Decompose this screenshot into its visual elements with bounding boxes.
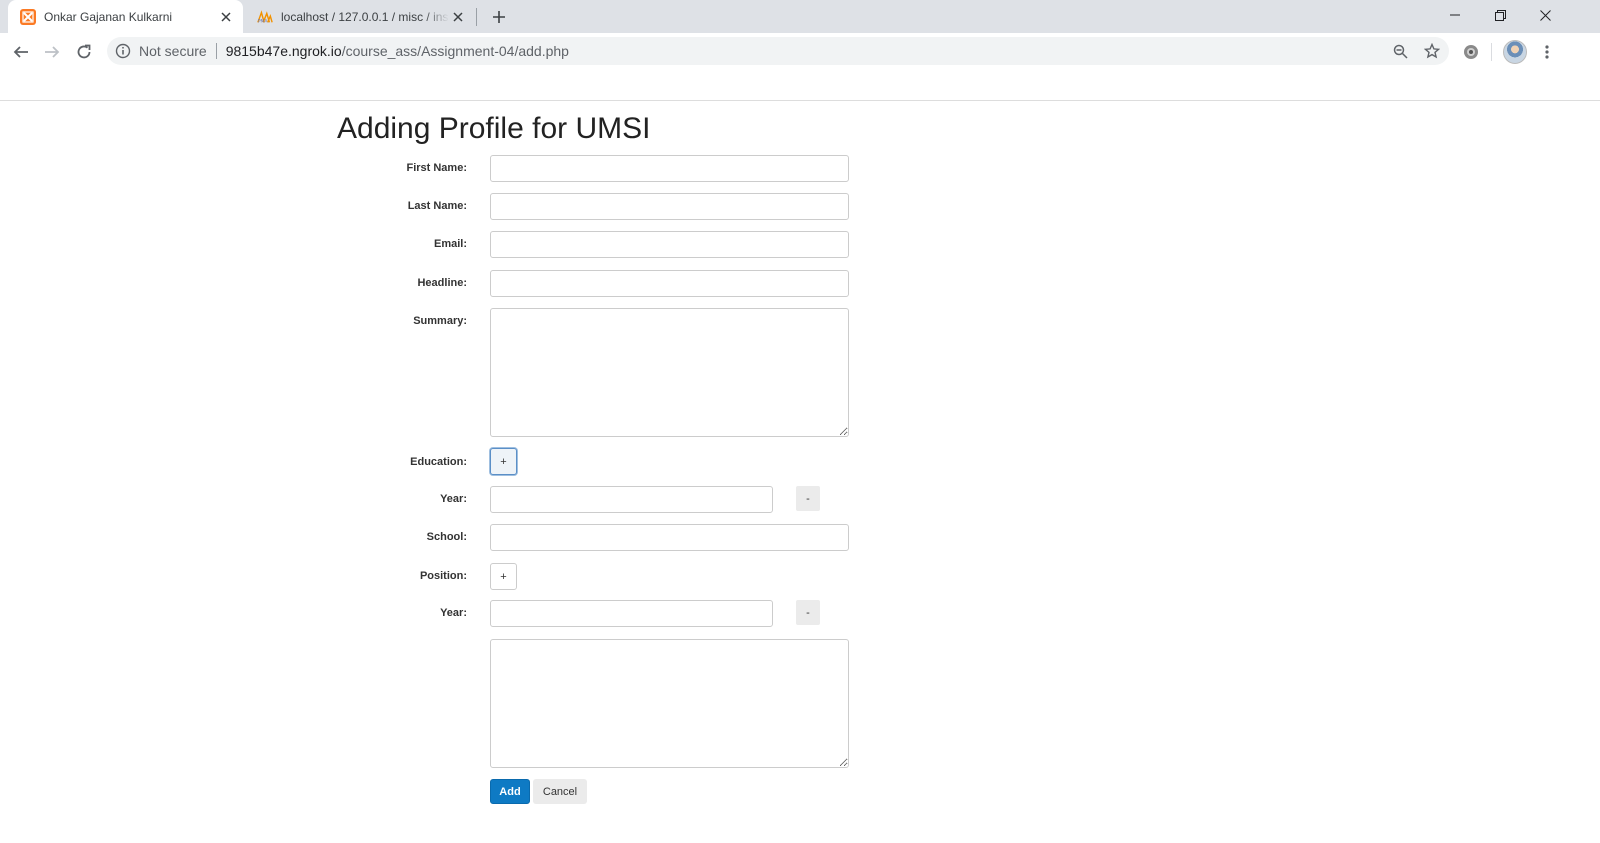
forward-arrow-icon[interactable] <box>38 38 66 66</box>
back-arrow-icon[interactable] <box>7 38 35 66</box>
avatar[interactable] <box>1503 40 1527 64</box>
add-position-button[interactable]: + <box>490 563 517 590</box>
last-name-field[interactable] <box>490 193 849 220</box>
education-year-field[interactable] <box>490 486 773 513</box>
last-name-label: Last Name: <box>407 200 467 212</box>
tab-title: Onkar Gajanan Kulkarni <box>44 9 173 24</box>
toolbar-separator <box>1491 43 1492 61</box>
reload-icon[interactable] <box>70 38 98 66</box>
summary-label: Summary: <box>413 315 467 327</box>
new-tab-icon[interactable] <box>487 5 511 29</box>
headline-label: Headline: <box>417 277 467 289</box>
tab-active[interactable]: Onkar Gajanan Kulkarni <box>8 0 243 33</box>
position-label: Position: <box>419 570 467 582</box>
first-name-label: First Name: <box>406 162 467 174</box>
position-description-textarea[interactable] <box>490 639 849 768</box>
email-label: Email: <box>433 238 467 250</box>
info-icon[interactable] <box>115 43 131 59</box>
browser-toolbar: Not secure 9815b47e.ngrok.io/course_ass/… <box>0 33 1600 70</box>
minimize-icon[interactable] <box>1432 0 1478 30</box>
school-label: School: <box>426 531 467 543</box>
menu-icon[interactable] <box>1533 38 1561 66</box>
phpmyadmin-icon: PMA <box>257 9 273 25</box>
extension-icon[interactable] <box>1457 38 1485 66</box>
page-title: Adding Profile for UMSI <box>337 112 651 145</box>
cancel-button[interactable]: Cancel <box>533 779 587 804</box>
xampp-icon <box>20 8 36 25</box>
tab-inactive[interactable]: PMA localhost / 127.0.0.1 / misc / insti <box>245 0 475 33</box>
restore-icon[interactable] <box>1477 0 1523 30</box>
page-top-border <box>0 100 1600 101</box>
add-education-button[interactable]: + <box>490 448 517 475</box>
school-field[interactable] <box>490 524 849 551</box>
star-icon[interactable] <box>1420 37 1444 65</box>
tab-strip: Onkar Gajanan Kulkarni PMA localhost / 1… <box>0 0 1600 33</box>
summary-textarea[interactable] <box>490 308 849 437</box>
position-year-label: Year: <box>440 607 467 619</box>
tab-title: localhost / 127.0.0.1 / misc / insti <box>281 9 449 24</box>
window-close-icon[interactable] <box>1522 0 1568 30</box>
add-button[interactable]: Add <box>490 779 530 804</box>
first-name-field[interactable] <box>490 155 849 182</box>
education-year-label: Year: <box>440 493 467 505</box>
address-bar[interactable]: Not secure 9815b47e.ngrok.io/course_ass/… <box>107 37 1449 65</box>
close-icon[interactable] <box>449 8 467 26</box>
security-status: Not secure <box>139 43 207 59</box>
url-host: 9815b47e.ngrok.io <box>225 43 342 59</box>
url-path: /course_ass/Assignment-04/add.php <box>341 43 569 59</box>
remove-education-button[interactable]: - <box>796 486 820 511</box>
omnibox-divider <box>215 43 217 59</box>
close-icon[interactable] <box>217 8 235 26</box>
zoom-icon[interactable] <box>1388 37 1412 65</box>
email-field[interactable] <box>490 231 849 258</box>
remove-position-button[interactable]: - <box>796 600 820 625</box>
headline-field[interactable] <box>490 270 849 297</box>
tab-separator <box>476 8 477 26</box>
education-label: Education: <box>410 456 467 468</box>
svg-text:PMA: PMA <box>258 18 268 24</box>
position-year-field[interactable] <box>490 600 773 627</box>
